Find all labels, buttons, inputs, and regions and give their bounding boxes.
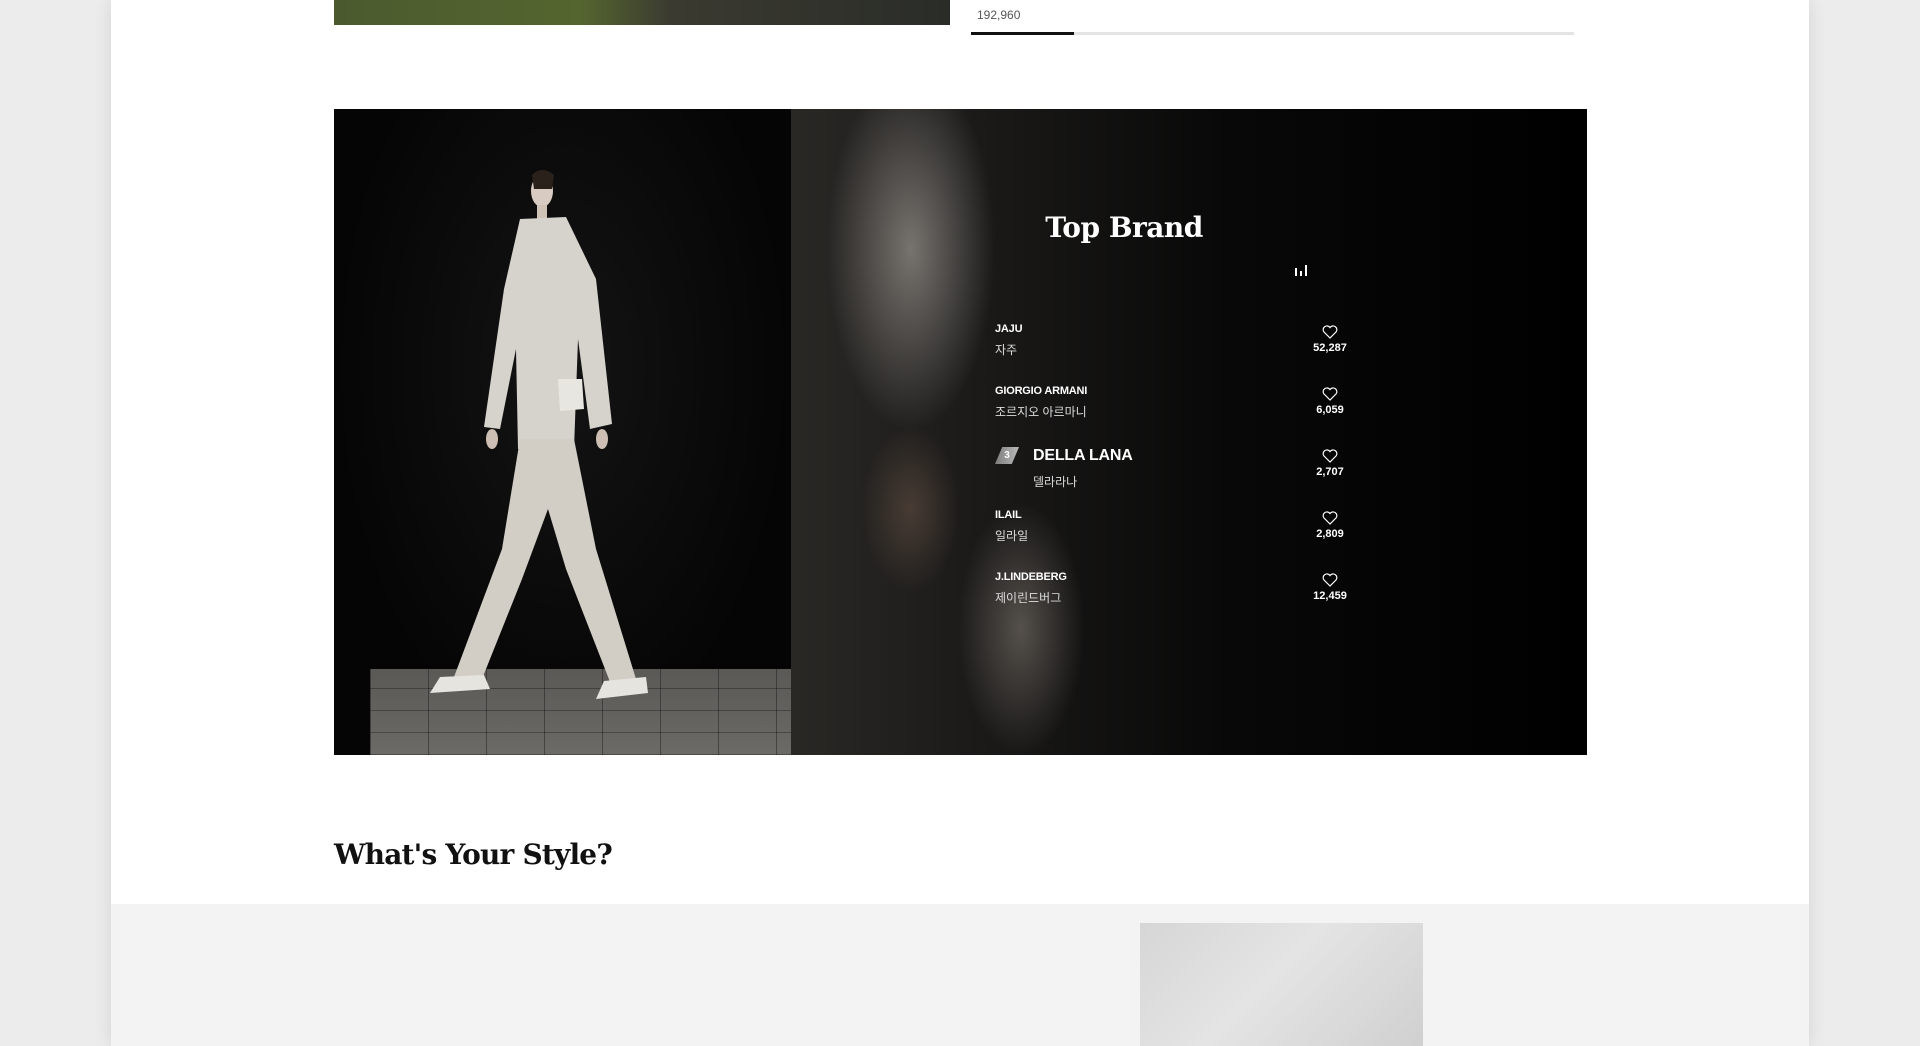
brand-name-ko[interactable]: 일라일 (995, 527, 1355, 544)
brand-name-en[interactable]: J.LINDEBERG (995, 569, 1355, 583)
brand-name-en[interactable]: ILAIL (995, 507, 1355, 521)
brand-name-en[interactable]: GIORGIO ARMANI (995, 383, 1355, 397)
brand-name-ko[interactable]: 자주 (995, 341, 1355, 358)
heart-icon[interactable] (1322, 511, 1338, 525)
top-brand-panel: Top Brand JAJU 자주 52,287 GIORGIO ARMANI (334, 109, 1587, 755)
product-price: 192,960 (977, 8, 1021, 22)
style-card-image[interactable] (1140, 923, 1423, 1046)
like-button[interactable]: 2,707 (1305, 449, 1355, 478)
brand-name-ko[interactable]: 조르지오 아르마니 (995, 403, 1355, 420)
like-button[interactable]: 12,459 (1305, 573, 1355, 602)
brand-name-en[interactable]: JAJU (995, 321, 1355, 335)
brand-name-ko[interactable]: 제이린드버그 (995, 589, 1355, 606)
style-section-title: What's Your Style? (334, 838, 613, 871)
like-count: 2,707 (1316, 466, 1344, 478)
brand-item-della-lana[interactable]: 3 DELLA LANA 델라라나 2,707 (995, 445, 1355, 507)
bar-chart-icon[interactable] (1294, 264, 1308, 276)
like-count: 6,059 (1316, 404, 1344, 416)
like-count: 2,809 (1316, 528, 1344, 540)
brand-item-jaju[interactable]: JAJU 자주 52,287 (995, 321, 1355, 383)
brand-item-ilail[interactable]: ILAIL 일라일 2,809 (995, 507, 1355, 569)
like-button[interactable]: 6,059 (1305, 387, 1355, 416)
top-brand-banner: Top Brand JAJU 자주 52,287 GIORGIO ARMANI (334, 109, 1587, 755)
rank-badge: 3 (995, 447, 1019, 464)
carousel-progress-fill (971, 32, 1074, 35)
like-button[interactable]: 52,287 (1305, 325, 1355, 354)
like-count: 12,459 (1313, 590, 1347, 602)
brand-item-giorgio-armani[interactable]: GIORGIO ARMANI 조르지오 아르마니 6,059 (995, 383, 1355, 445)
like-count: 52,287 (1313, 342, 1347, 354)
carousel-progress-track (971, 32, 1574, 35)
heart-icon[interactable] (1322, 387, 1338, 401)
product-image-strip[interactable] (334, 0, 950, 25)
like-button[interactable]: 2,809 (1305, 511, 1355, 540)
top-brand-list: JAJU 자주 52,287 GIORGIO ARMANI 조르지오 아르마니 … (995, 321, 1355, 631)
style-section (111, 904, 1809, 1046)
brand-item-j-lindeberg[interactable]: J.LINDEBERG 제이린드버그 12,459 (995, 569, 1355, 631)
top-brand-title: Top Brand (1045, 211, 1203, 244)
heart-icon[interactable] (1322, 325, 1338, 339)
heart-icon[interactable] (1322, 449, 1338, 463)
heart-icon[interactable] (1322, 573, 1338, 587)
page: 192,960 Top Brand JAJU 자주 52,287 GIORGIO… (111, 0, 1809, 1046)
